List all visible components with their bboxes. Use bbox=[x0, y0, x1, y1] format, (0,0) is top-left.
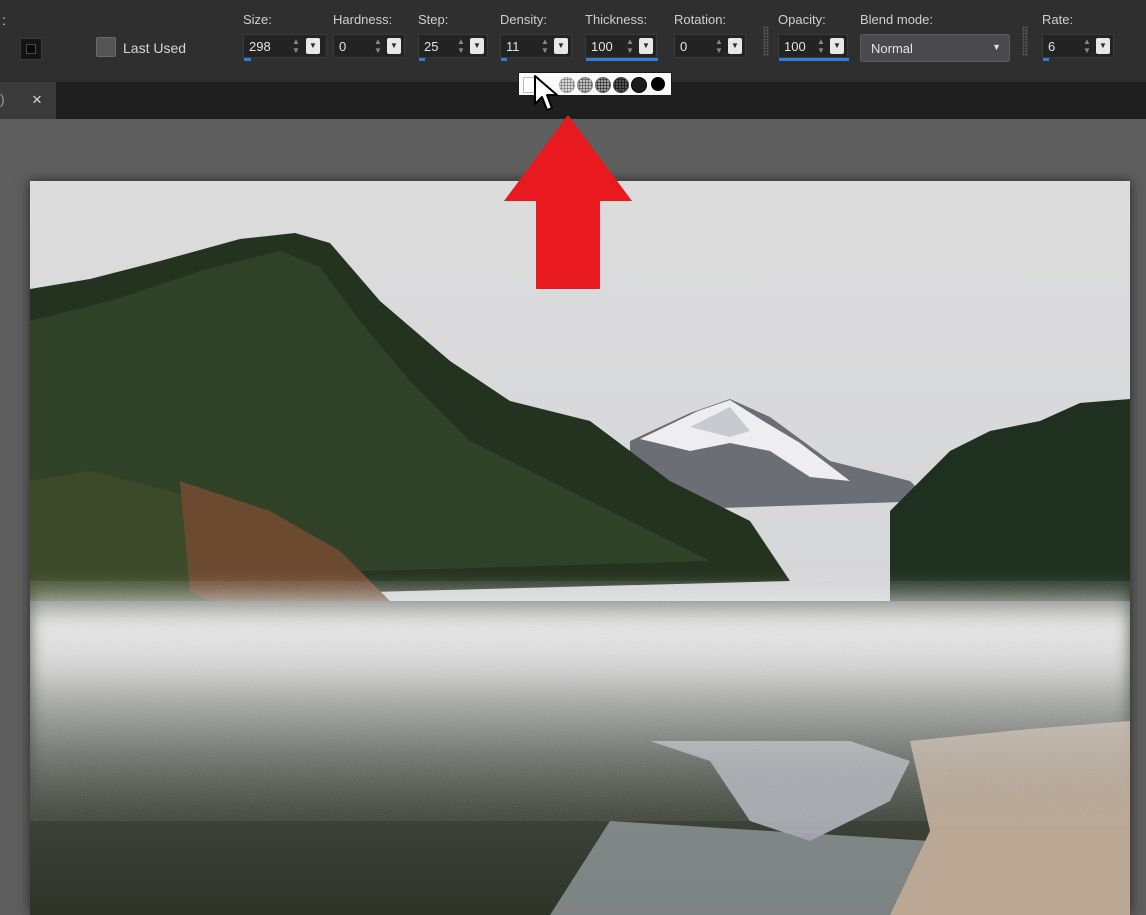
brush-options-toolbar: : Last Used Size: 298 ▲ ▼ ▼ Hardness: 0 ▲… bbox=[0, 0, 1146, 83]
hardness-label: Hardness: bbox=[333, 12, 393, 27]
density-value: 11 bbox=[506, 39, 520, 54]
opacity-input[interactable]: 100 ▲ ▼ ▼ bbox=[778, 34, 849, 61]
dropdown-arrow-icon[interactable]: ▼ bbox=[728, 38, 742, 54]
tab-title-fragment: ) bbox=[0, 91, 5, 107]
brush-tip-sparse[interactable] bbox=[559, 77, 575, 93]
thickness-value: 100 bbox=[591, 39, 613, 54]
dropdown-arrow-icon: ▼ bbox=[992, 42, 1001, 52]
rotation-value: 0 bbox=[680, 39, 688, 54]
opacity-value: 100 bbox=[784, 39, 806, 54]
toolbar-grip[interactable] bbox=[1022, 26, 1028, 56]
dropdown-arrow-icon[interactable]: ▼ bbox=[470, 38, 484, 54]
dropdown-arrow-icon[interactable]: ▼ bbox=[1096, 38, 1110, 54]
thickness-input[interactable]: 100 ▲ ▼ ▼ bbox=[585, 34, 658, 61]
rotation-input[interactable]: 0 ▲ ▼ ▼ bbox=[674, 34, 746, 58]
brush-tip-light[interactable] bbox=[577, 77, 593, 93]
dropdown-arrow-icon[interactable]: ▼ bbox=[830, 38, 844, 54]
step-slider[interactable] bbox=[419, 58, 425, 61]
toolbar-grip[interactable] bbox=[763, 26, 769, 56]
mouse-pointer-icon bbox=[534, 75, 558, 111]
rate-slider[interactable] bbox=[1043, 58, 1049, 61]
canvas-photo[interactable] bbox=[30, 181, 1130, 915]
dropdown-arrow-icon[interactable]: ▼ bbox=[639, 38, 653, 54]
dropdown-arrow-icon[interactable]: ▼ bbox=[554, 38, 568, 54]
size-label: Size: bbox=[243, 12, 272, 27]
density-slider[interactable] bbox=[501, 58, 507, 61]
spinner-arrows-icon[interactable]: ▲ ▼ bbox=[713, 37, 725, 55]
step-value: 25 bbox=[424, 39, 439, 54]
last-used-label: Last Used bbox=[123, 40, 187, 56]
color-swatch[interactable] bbox=[20, 38, 42, 60]
thickness-slider[interactable] bbox=[586, 58, 658, 61]
brush-tip-heavy[interactable] bbox=[631, 77, 647, 93]
landscape-photo bbox=[30, 181, 1130, 915]
spinner-arrows-icon[interactable]: ▲ ▼ bbox=[455, 37, 467, 55]
step-label: Step: bbox=[418, 12, 449, 27]
spinner-arrows-icon[interactable]: ▲ ▼ bbox=[372, 37, 384, 55]
opacity-label: Opacity: bbox=[778, 12, 826, 27]
opacity-slider[interactable] bbox=[779, 58, 849, 61]
document-tab[interactable]: ) × bbox=[0, 82, 56, 119]
blend-mode-label: Blend mode: bbox=[860, 12, 933, 27]
density-label: Density: bbox=[500, 12, 547, 27]
hardness-value: 0 bbox=[339, 39, 347, 54]
rate-value: 6 bbox=[1048, 39, 1056, 54]
truncated-label: : bbox=[2, 12, 6, 28]
close-icon[interactable]: × bbox=[32, 90, 42, 110]
rate-input[interactable]: 6 ▲ ▼ ▼ bbox=[1042, 34, 1114, 61]
size-slider[interactable] bbox=[244, 58, 251, 61]
spinner-arrows-icon[interactable]: ▲ ▼ bbox=[1081, 37, 1093, 55]
brush-tip-medium[interactable] bbox=[595, 77, 611, 93]
size-input[interactable]: 298 ▲ ▼ ▼ bbox=[243, 34, 327, 61]
spinner-arrows-icon[interactable]: ▲ ▼ bbox=[624, 37, 636, 55]
last-used-checkbox[interactable] bbox=[96, 37, 116, 57]
blend-mode-select[interactable]: Normal ▼ bbox=[860, 34, 1010, 62]
rate-label: Rate: bbox=[1042, 12, 1074, 27]
brush-tip-dense[interactable] bbox=[613, 77, 629, 93]
blend-mode-value: Normal bbox=[871, 41, 913, 56]
spinner-arrows-icon[interactable]: ▲ ▼ bbox=[815, 37, 827, 55]
spinner-arrows-icon[interactable]: ▲ ▼ bbox=[539, 37, 551, 55]
hardness-input[interactable]: 0 ▲ ▼ ▼ bbox=[333, 34, 405, 58]
density-input[interactable]: 11 ▲ ▼ ▼ bbox=[500, 34, 572, 61]
spinner-arrows-icon[interactable]: ▲ ▼ bbox=[290, 37, 302, 55]
step-input[interactable]: 25 ▲ ▼ ▼ bbox=[418, 34, 488, 61]
size-value: 298 bbox=[249, 39, 271, 54]
dropdown-arrow-icon[interactable]: ▼ bbox=[387, 38, 401, 54]
red-up-arrow-icon bbox=[504, 115, 632, 289]
thickness-label: Thickness: bbox=[585, 12, 648, 27]
brush-tip-solid[interactable] bbox=[651, 77, 665, 91]
rotation-label: Rotation: bbox=[674, 12, 727, 27]
dropdown-arrow-icon[interactable]: ▼ bbox=[306, 38, 320, 54]
